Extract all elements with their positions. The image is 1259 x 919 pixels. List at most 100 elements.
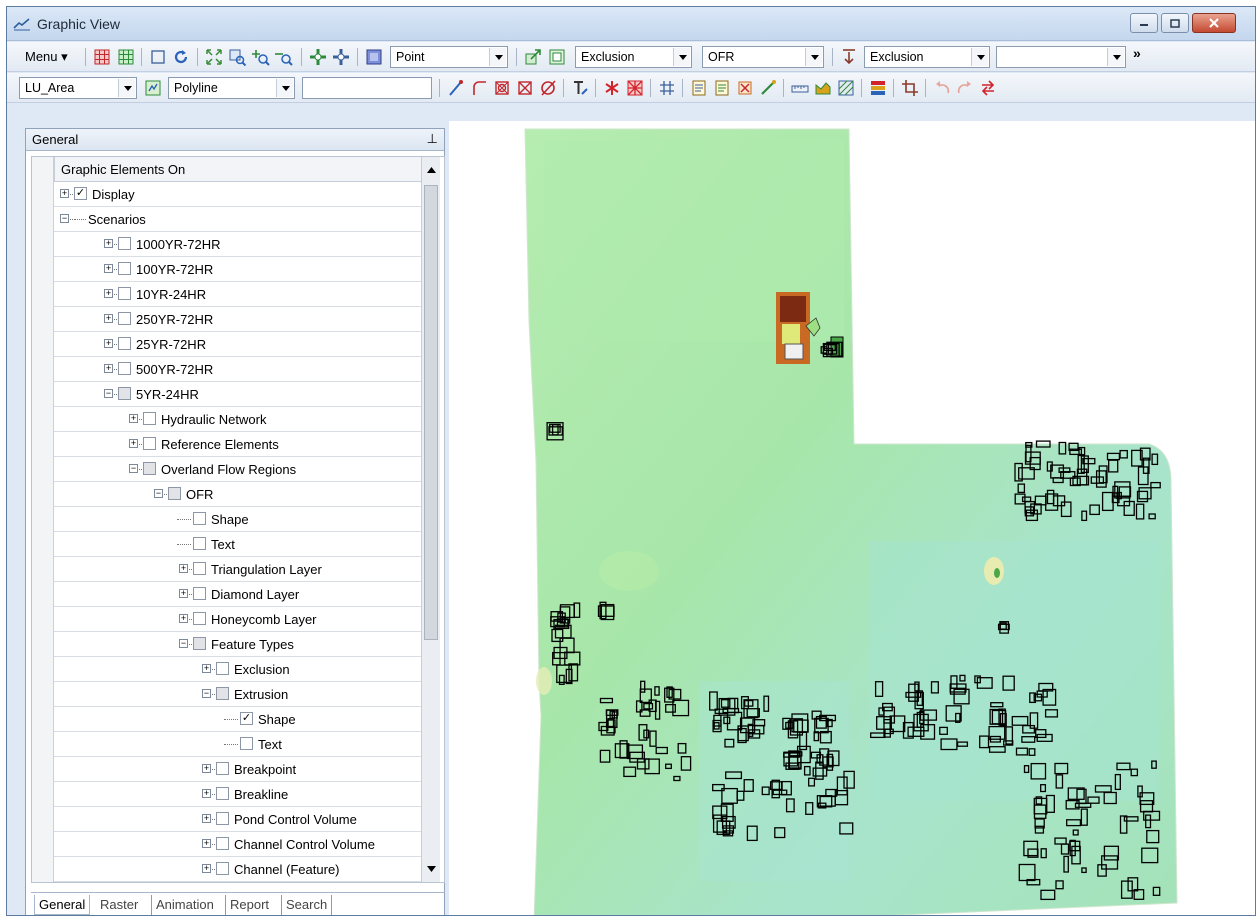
tree-item[interactable]: + Exclusion [54, 657, 421, 682]
map-canvas[interactable] [449, 121, 1255, 915]
checkbox[interactable] [216, 862, 229, 875]
delete-node-button[interactable] [491, 77, 513, 99]
tree-item[interactable]: +500YR-72HR [54, 357, 421, 382]
checkbox[interactable] [193, 537, 206, 550]
checkbox[interactable] [216, 837, 229, 850]
select-rectangle-button[interactable] [147, 46, 169, 68]
profile-button[interactable] [812, 77, 834, 99]
tree-item[interactable]: ✓ Shape [54, 707, 421, 732]
zoom-extents-button[interactable] [203, 46, 225, 68]
minimize-button[interactable] [1130, 13, 1158, 33]
tree-item[interactable]: + Pond Control Volume [54, 807, 421, 832]
layer-properties-button[interactable] [142, 77, 164, 99]
maximize-button[interactable] [1161, 13, 1189, 33]
tree-item[interactable]: +25YR-72HR [54, 332, 421, 357]
grid-red-button[interactable] [91, 46, 113, 68]
toolbar-overflow-button[interactable]: » [1133, 45, 1141, 61]
tree-item[interactable]: − OFR [54, 482, 421, 507]
checkbox[interactable] [193, 512, 206, 525]
asterisk-button[interactable] [601, 77, 623, 99]
expand-icon[interactable]: + [129, 439, 138, 448]
tree-item[interactable]: + Channel Control Volume [54, 832, 421, 857]
checkbox[interactable] [216, 787, 229, 800]
expand-icon[interactable]: + [179, 614, 188, 623]
draw-polyline-button[interactable] [445, 77, 467, 99]
refresh-button[interactable] [170, 46, 192, 68]
scrollbar-thumb[interactable] [424, 185, 438, 640]
mesh-button[interactable] [656, 77, 678, 99]
move-down-button[interactable] [838, 46, 860, 68]
tree-item[interactable]: − Feature Types [54, 632, 421, 657]
contour-button[interactable] [835, 77, 857, 99]
text-tool-button[interactable] [569, 77, 591, 99]
expand-icon[interactable]: + [104, 364, 113, 373]
tab-animation[interactable]: Animation [151, 895, 218, 915]
tree-item[interactable]: − Extrusion [54, 682, 421, 707]
zoom-in-button[interactable] [250, 46, 272, 68]
tree-item[interactable]: + Triangulation Layer [54, 557, 421, 582]
checkbox[interactable] [216, 687, 229, 700]
checkbox[interactable] [216, 762, 229, 775]
ruler-button[interactable] [789, 77, 811, 99]
tree-item[interactable]: + Breakline [54, 782, 421, 807]
expand-icon[interactable]: + [104, 314, 113, 323]
expand-icon[interactable]: + [202, 814, 211, 823]
expand-icon[interactable]: + [129, 414, 138, 423]
tab-search[interactable]: Search [281, 895, 333, 915]
fit-button[interactable] [546, 46, 568, 68]
expand-icon[interactable]: + [202, 789, 211, 798]
measure-line-button[interactable] [757, 77, 779, 99]
tree-item[interactable]: + Hydraulic Network [54, 407, 421, 432]
scroll-down-icon[interactable] [424, 860, 438, 878]
center-view-button[interactable] [330, 46, 352, 68]
checkbox[interactable] [216, 812, 229, 825]
tree-item[interactable]: +250YR-72HR [54, 307, 421, 332]
scroll-up-icon[interactable] [424, 161, 438, 179]
checkbox[interactable] [168, 487, 181, 500]
collapse-icon[interactable]: − [154, 489, 163, 498]
clear-button[interactable] [537, 77, 559, 99]
tree-item[interactable]: + Channel (Feature) [54, 857, 421, 882]
tree-item[interactable]: +1000YR-72HR [54, 232, 421, 257]
export-button[interactable] [522, 46, 544, 68]
tree-item[interactable]: − Overland Flow Regions [54, 457, 421, 482]
close-button[interactable] [1192, 13, 1236, 33]
checkbox[interactable] [118, 387, 131, 400]
tree-item[interactable]: +100YR-72HR [54, 257, 421, 282]
expand-icon[interactable]: + [202, 664, 211, 673]
remove-button[interactable] [734, 77, 756, 99]
tree-item[interactable]: + Breakpoint [54, 757, 421, 782]
checkbox[interactable] [118, 287, 131, 300]
checkbox[interactable] [193, 612, 206, 625]
target-feature-select[interactable]: Exclusion [864, 46, 990, 68]
expand-icon[interactable]: + [179, 589, 188, 598]
tree-item[interactable]: Shape [54, 507, 421, 532]
tree-item[interactable]: +10YR-24HR [54, 282, 421, 307]
checkbox[interactable] [118, 362, 131, 375]
report-button[interactable] [688, 77, 710, 99]
checkbox[interactable] [143, 437, 156, 450]
tree-item[interactable]: + Reference Elements [54, 432, 421, 457]
feature-type-select[interactable]: Exclusion [575, 46, 692, 68]
expand-icon[interactable]: + [60, 189, 69, 198]
blank-select[interactable] [996, 46, 1126, 68]
checkbox[interactable] [118, 262, 131, 275]
expand-icon[interactable]: + [202, 839, 211, 848]
checkbox[interactable] [216, 662, 229, 675]
checkbox-checked[interactable]: ✓ [74, 187, 87, 200]
undo-button[interactable] [931, 77, 953, 99]
snap-mode-select[interactable]: Point [390, 46, 508, 68]
redo-button[interactable] [954, 77, 976, 99]
tab-raster[interactable]: Raster [96, 895, 142, 915]
expand-icon[interactable]: + [104, 289, 113, 298]
tree-item[interactable]: + ✓ Display [54, 182, 421, 207]
expand-icon[interactable]: + [202, 764, 211, 773]
collapse-icon[interactable]: − [202, 689, 211, 698]
cross-grid-button[interactable] [624, 77, 646, 99]
layer-select[interactable]: LU_Area [19, 77, 137, 99]
checkbox-checked[interactable]: ✓ [240, 712, 253, 725]
expand-icon[interactable]: + [202, 864, 211, 873]
tree-item[interactable]: − Scenarios [54, 207, 421, 232]
tree-item[interactable]: + Diamond Layer [54, 582, 421, 607]
tree-item[interactable]: + Honeycomb Layer [54, 607, 421, 632]
